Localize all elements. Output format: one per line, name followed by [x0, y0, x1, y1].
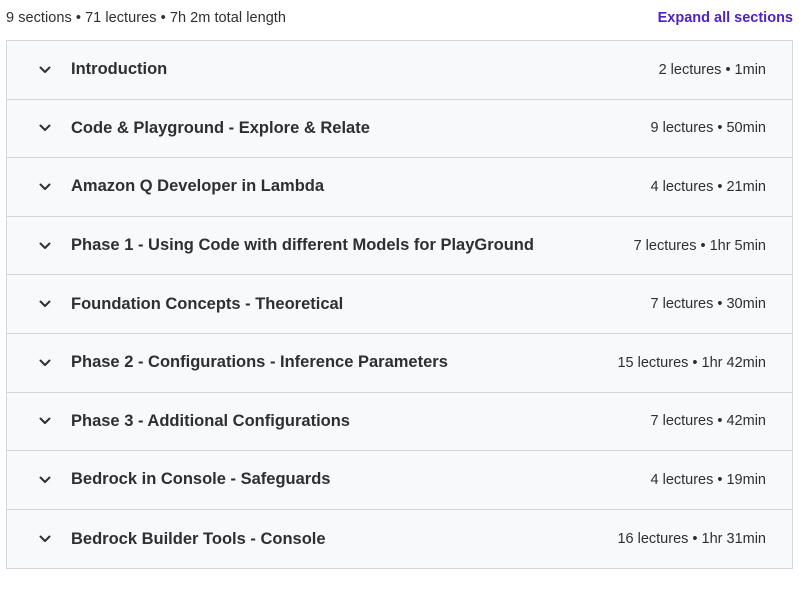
- section-title: Phase 1 - Using Code with different Mode…: [71, 236, 534, 255]
- section-lecture-count: 7 lectures • 30min: [650, 296, 767, 313]
- section-header-phase-1[interactable]: Phase 1 - Using Code with different Mode…: [7, 217, 792, 276]
- chevron-down-icon: [39, 415, 51, 427]
- section-lecture-count: 4 lectures • 19min: [650, 471, 767, 488]
- section-title: Code & Playground - Explore & Relate: [71, 118, 370, 137]
- section-header-foundation-concepts[interactable]: Foundation Concepts - Theoretical 7 lect…: [7, 275, 792, 334]
- section-title: Phase 3 - Additional Configurations: [71, 411, 350, 430]
- section-lecture-count: 16 lectures • 1hr 31min: [617, 531, 766, 548]
- chevron-down-icon: [39, 240, 51, 252]
- section-lecture-count: 2 lectures • 1min: [658, 61, 766, 78]
- section-title: Introduction: [71, 60, 168, 79]
- section-lecture-count: 7 lectures • 42min: [650, 413, 767, 430]
- section-header-amazon-q[interactable]: Amazon Q Developer in Lambda 4 lectures …: [7, 158, 792, 217]
- chevron-down-icon: [39, 181, 51, 193]
- section-title: Foundation Concepts - Theoretical: [71, 294, 344, 313]
- curriculum-section-list: Introduction 2 lectures • 1min Code & Pl…: [6, 40, 793, 570]
- section-title: Bedrock Builder Tools - Console: [71, 529, 326, 548]
- chevron-down-icon: [39, 357, 51, 369]
- chevron-down-icon: [39, 474, 51, 486]
- chevron-down-icon: [39, 64, 51, 76]
- curriculum-summary-bar: 9 sections • 71 lectures • 7h 2m total l…: [6, 8, 793, 28]
- expand-all-sections-button[interactable]: Expand all sections: [658, 10, 793, 26]
- chevron-down-icon: [39, 122, 51, 134]
- section-header-phase-2[interactable]: Phase 2 - Configurations - Inference Par…: [7, 334, 792, 393]
- section-title: Amazon Q Developer in Lambda: [71, 177, 325, 196]
- chevron-down-icon: [39, 298, 51, 310]
- section-header-introduction[interactable]: Introduction 2 lectures • 1min: [7, 41, 792, 100]
- section-header-bedrock-builder-tools[interactable]: Bedrock Builder Tools - Console 16 lectu…: [7, 510, 792, 569]
- section-title: Bedrock in Console - Safeguards: [71, 470, 331, 489]
- section-lecture-count: 15 lectures • 1hr 42min: [617, 354, 766, 371]
- section-title: Phase 2 - Configurations - Inference Par…: [71, 353, 448, 372]
- section-lecture-count: 7 lectures • 1hr 5min: [633, 237, 766, 254]
- section-header-code-playground[interactable]: Code & Playground - Explore & Relate 9 l…: [7, 100, 792, 159]
- course-summary: 9 sections • 71 lectures • 7h 2m total l…: [6, 10, 287, 26]
- section-lecture-count: 4 lectures • 21min: [650, 178, 767, 195]
- chevron-down-icon: [39, 533, 51, 545]
- section-header-phase-3[interactable]: Phase 3 - Additional Configurations 7 le…: [7, 393, 792, 452]
- section-header-bedrock-safeguards[interactable]: Bedrock in Console - Safeguards 4 lectur…: [7, 451, 792, 510]
- section-lecture-count: 9 lectures • 50min: [650, 120, 767, 137]
